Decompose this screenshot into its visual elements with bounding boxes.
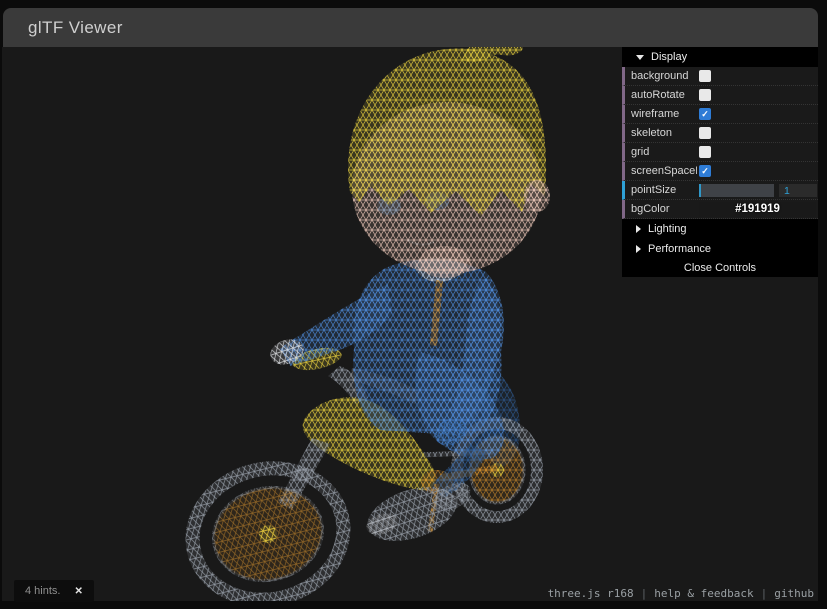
footer-credits: three.js r168 | help & feedback | github — [548, 587, 814, 600]
row-label-skeleton: skeleton — [631, 127, 697, 139]
close-icon[interactable]: ✕ — [74, 586, 82, 597]
gui-row-screenspacepan: screenSpacePan... — [622, 162, 818, 181]
checkbox-background[interactable] — [699, 70, 711, 82]
model-front-wheel — [179, 453, 358, 601]
gui-row-autorotate: autoRotate — [622, 86, 818, 105]
app-window: glTF Viewer — [0, 0, 827, 609]
chevron-right-icon — [636, 225, 641, 233]
hints-text: 4 hints. — [25, 585, 60, 597]
point-size-input[interactable]: 1 — [779, 184, 817, 197]
checkbox-autorotate[interactable] — [699, 89, 711, 101]
model-hair — [348, 48, 546, 216]
app-title: glTF Viewer — [3, 18, 123, 38]
chevron-right-icon — [636, 245, 641, 253]
chevron-down-icon — [636, 55, 644, 60]
controls-panel: Display background autoRotate wireframe … — [622, 47, 818, 277]
app-header: glTF Viewer — [3, 8, 818, 47]
folder-lighting-label: Lighting — [648, 223, 687, 235]
row-label-screenspacepan: screenSpacePan... — [631, 165, 697, 177]
gui-row-grid: grid — [622, 143, 818, 162]
gui-row-wireframe: wireframe — [622, 105, 818, 124]
hints-badge: 4 hints. ✕ — [14, 580, 94, 602]
gui-row-bgcolor: bgColor #191919 — [622, 200, 818, 219]
slider-fill — [699, 184, 701, 197]
gui-row-pointsize: pointSize 1 — [622, 181, 818, 200]
help-feedback-link[interactable]: help & feedback — [654, 587, 753, 600]
threejs-version-link[interactable]: three.js r168 — [548, 587, 634, 600]
checkbox-wireframe[interactable] — [699, 108, 711, 120]
row-label-pointsize: pointSize — [631, 184, 697, 196]
separator: | — [641, 587, 648, 600]
checkbox-skeleton[interactable] — [699, 127, 711, 139]
model-ear — [524, 180, 550, 212]
github-link[interactable]: github — [774, 587, 814, 600]
folder-display[interactable]: Display — [622, 47, 818, 67]
folder-display-label: Display — [651, 51, 687, 63]
folder-lighting[interactable]: Lighting — [622, 219, 818, 239]
row-label-autorotate: autoRotate — [631, 89, 697, 101]
row-label-bgcolor: bgColor — [631, 203, 697, 215]
close-controls-button[interactable]: Close Controls — [622, 259, 818, 277]
gui-row-background: background — [622, 67, 818, 86]
row-label-background: background — [631, 70, 697, 82]
row-label-wireframe: wireframe — [631, 108, 697, 120]
separator: | — [761, 587, 768, 600]
folder-performance[interactable]: Performance — [622, 239, 818, 259]
folder-performance-label: Performance — [648, 243, 711, 255]
point-size-slider[interactable] — [699, 184, 774, 197]
gui-row-skeleton: skeleton — [622, 124, 818, 143]
bg-color-swatch[interactable]: #191919 — [699, 202, 816, 217]
checkbox-grid[interactable] — [699, 146, 711, 158]
checkbox-screenspacepan[interactable] — [699, 165, 711, 177]
row-label-grid: grid — [631, 146, 697, 158]
